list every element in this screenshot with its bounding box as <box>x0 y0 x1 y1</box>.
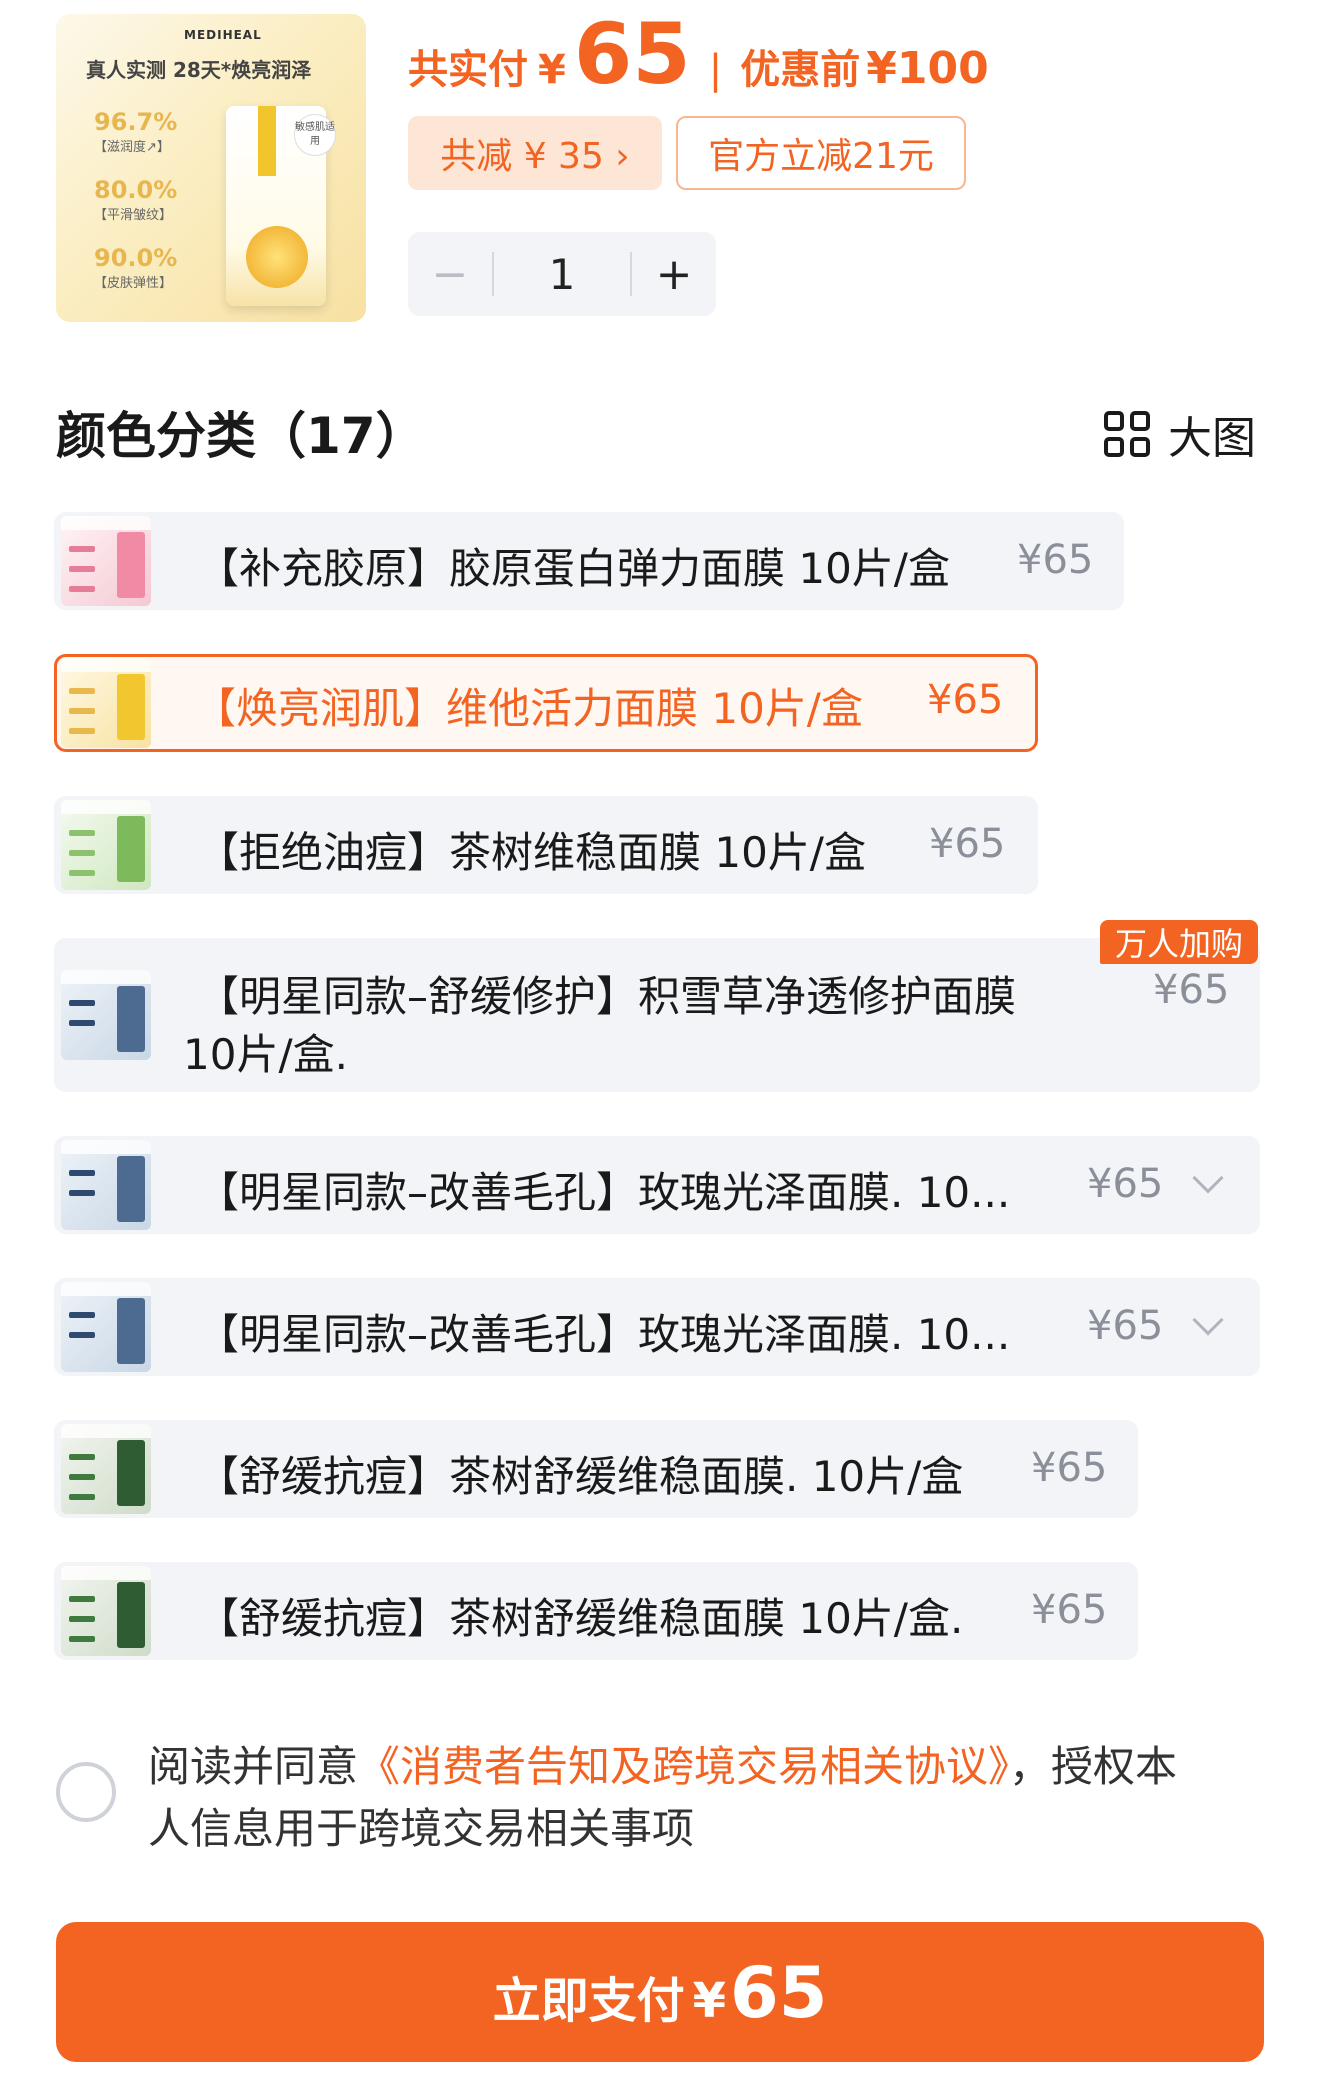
variant-thumbnail <box>61 658 151 748</box>
product-image[interactable]: MEDIHEAL 真人实测 28天*焕亮润泽 96.7% 【滋润度↗】 80.0… <box>56 14 366 322</box>
product-brand-label: MEDIHEAL <box>184 28 262 42</box>
large-image-toggle[interactable]: 大图 <box>1104 402 1256 466</box>
variant-thumbnail <box>61 1140 151 1230</box>
total-paid-label: 共实付 <box>408 47 528 93</box>
variant-option[interactable]: 【拒绝油痘】茶树维稳面膜 10片/盒 ¥65 <box>54 796 1038 894</box>
variant-option[interactable]: 【明星同款–改善毛孔】玫瑰光泽面膜. 10... ¥65 <box>54 1136 1260 1234</box>
total-paid-value: 65 <box>573 5 691 103</box>
variant-name: 【焕亮润肌】维他活力面膜 10片/盒 <box>194 684 863 733</box>
variant-name: 【补充胶原】胶原蛋白弹力面膜 10片/盒 <box>197 544 950 593</box>
variant-option[interactable]: 【明星同款–改善毛孔】玫瑰光泽面膜. 10... ¥65 <box>54 1278 1260 1376</box>
variant-name-line-2: 10片/盒. <box>183 1030 348 1079</box>
variant-price: ¥65 <box>929 821 1006 867</box>
popular-badge: 万人加购 <box>1100 920 1258 964</box>
variant-price: ¥65 <box>927 677 1004 723</box>
agreement-radio[interactable] <box>56 1762 116 1822</box>
variant-thumbnail <box>61 1566 151 1656</box>
chevron-down-icon[interactable] <box>1192 1304 1224 1336</box>
variant-name-line-1: 【明星同款–舒缓修护】积雪草净透修护面膜 <box>197 972 1017 1021</box>
variant-name: 【明星同款–改善毛孔】玫瑰光泽面膜. 10... <box>197 1310 1011 1359</box>
pay-currency: ¥ <box>692 1973 726 2029</box>
pay-button-label: 立即支付 <box>492 1973 685 2029</box>
decrease-quantity-button[interactable]: − <box>408 249 492 300</box>
variant-section-title: 颜色分类（17） <box>56 407 426 465</box>
agreement-text: 阅读并同意《消费者告知及跨境交易相关协议》，授权本人信息用于跨境交易相关事项 <box>148 1736 1208 1860</box>
variant-option[interactable]: 【明星同款–舒缓修护】积雪草净透修护面膜 10片/盒. ¥65 <box>54 938 1260 1092</box>
variant-price: ¥65 <box>1087 1303 1164 1349</box>
orange-slice-icon <box>246 226 308 288</box>
product-stat: 80.0% 【平滑皱纹】 <box>94 176 178 223</box>
original-price-label: 优惠前 <box>740 47 861 93</box>
increase-quantity-button[interactable]: + <box>632 249 716 300</box>
variant-option[interactable]: 【舒缓抗痘】茶树舒缓维稳面膜 10片/盒. ¥65 <box>54 1562 1138 1660</box>
variant-name: 【拒绝油痘】茶树维稳面膜 10片/盒 <box>197 828 866 877</box>
quantity-stepper: − 1 + <box>408 232 716 316</box>
product-stat: 90.0% 【皮肤弹性】 <box>94 244 178 291</box>
variant-price: ¥65 <box>1087 1161 1164 1207</box>
currency-symbol: ¥ <box>538 47 566 93</box>
variant-option-selected[interactable]: 【焕亮润肌】维他活力面膜 10片/盒 ¥65 <box>54 654 1038 752</box>
price-separator: | <box>708 47 723 93</box>
variant-option[interactable]: 【补充胶原】胶原蛋白弹力面膜 10片/盒 ¥65 <box>54 512 1124 610</box>
official-discount-chip: 官方立减21元 <box>676 116 966 190</box>
variant-thumbnail <box>61 1424 151 1514</box>
variant-name: 【舒缓抗痘】茶树舒缓维稳面膜 10片/盒. <box>197 1594 964 1643</box>
product-stat: 96.7% 【滋润度↗】 <box>94 108 178 155</box>
chevron-down-icon[interactable] <box>1192 1162 1224 1194</box>
agreement-link[interactable]: 《消费者告知及跨境交易相关协议》 <box>358 1742 1009 1791</box>
variant-price: ¥65 <box>1153 967 1230 1013</box>
pay-now-button[interactable]: 立即支付 ¥ 65 <box>56 1922 1264 2062</box>
variant-name: 【明星同款–改善毛孔】玫瑰光泽面膜. 10... <box>197 1168 1011 1217</box>
variant-price: ¥65 <box>1017 537 1094 583</box>
variant-thumbnail <box>61 800 151 890</box>
variant-price: ¥65 <box>1031 1445 1108 1491</box>
pay-amount: 65 <box>730 1952 828 2034</box>
variant-thumbnail <box>61 970 151 1060</box>
agreement-prefix: 阅读并同意 <box>148 1742 359 1791</box>
variant-thumbnail <box>61 1282 151 1372</box>
variant-thumbnail <box>61 516 151 606</box>
product-image-title: 真人实测 28天*焕亮润泽 <box>86 58 312 82</box>
variant-name: 【舒缓抗痘】茶树舒缓维稳面膜. 10片/盒 <box>197 1452 964 1501</box>
variant-option[interactable]: 【舒缓抗痘】茶树舒缓维稳面膜. 10片/盒 ¥65 <box>54 1420 1138 1518</box>
grid-icon <box>1104 411 1150 457</box>
sensitive-skin-badge: 敏感肌适用 <box>294 114 336 156</box>
variant-price: ¥65 <box>1031 1587 1108 1633</box>
price-summary: 共实付 ¥ 65 | 优惠前 ¥100 <box>408 12 989 102</box>
quantity-value[interactable]: 1 <box>494 250 630 299</box>
large-image-toggle-label: 大图 <box>1168 413 1256 464</box>
original-price-value: ¥100 <box>866 43 989 94</box>
total-discount-chip[interactable]: 共减 ¥ 35 › <box>408 116 662 190</box>
